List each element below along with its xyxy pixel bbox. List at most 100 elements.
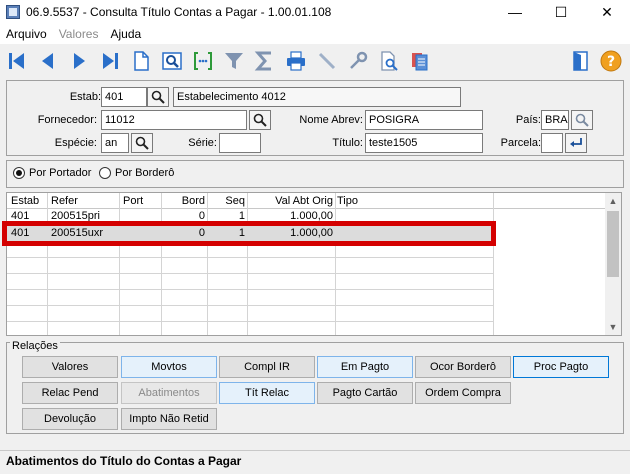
serie-field[interactable]	[219, 133, 261, 153]
menu-valores[interactable]: Valores	[53, 27, 105, 41]
magnifier-icon	[575, 113, 589, 127]
grid-header: Estab Refer Port Bord Seq Val Abt Orig T…	[7, 193, 605, 209]
grid-row-divider	[7, 321, 493, 322]
cell-refer: 200515uxr	[51, 227, 103, 239]
next-record-icon[interactable]	[66, 48, 92, 74]
title-bar: 06.9.5537 - Consulta Título Contas a Pag…	[0, 0, 630, 24]
radio-por-portador-label: Por Portador	[29, 167, 92, 179]
abatimentos-button[interactable]: Abatimentos	[121, 382, 217, 404]
movtos-button[interactable]: Movtos	[121, 356, 217, 378]
cell-tipo	[337, 209, 377, 224]
previous-record-icon[interactable]	[35, 48, 61, 74]
col-header-refer[interactable]: Refer	[49, 194, 119, 209]
devolucao-button[interactable]: Devolução	[22, 408, 118, 430]
ocor-bordero-button[interactable]: Ocor Borderô	[415, 356, 511, 378]
menu-bar: Arquivo Valores Ajuda	[0, 24, 630, 44]
grid-row-divider	[7, 257, 493, 258]
header-panel: Estab: 401 Estabelecimento 4012 Forneced…	[6, 80, 624, 156]
svg-text:?: ?	[607, 54, 615, 70]
grid-row-divider	[7, 273, 493, 274]
view-mode-panel: Por Portador Por Borderô	[6, 160, 624, 188]
col-header-tipo[interactable]: Tipo	[335, 194, 375, 209]
radio-indicator[interactable]	[99, 167, 111, 179]
ordem-compra-button[interactable]: Ordem Compra	[415, 382, 511, 404]
radio-indicator[interactable]	[13, 167, 25, 179]
exit-icon[interactable]	[567, 48, 593, 74]
grid-col-divider	[493, 193, 494, 335]
new-document-icon[interactable]	[128, 48, 154, 74]
help-icon[interactable]: ?	[598, 48, 624, 74]
cell-estab: 401	[11, 210, 30, 222]
radio-por-bordero[interactable]: Por Borderô	[99, 167, 174, 179]
scroll-thumb[interactable]	[607, 211, 619, 277]
goto-icon[interactable]	[190, 48, 216, 74]
col-header-val-abt-orig[interactable]: Val Abt Orig	[249, 194, 335, 209]
valores-button[interactable]: Valores	[22, 356, 118, 378]
maximize-button[interactable]: ☐	[538, 0, 584, 24]
em-pagto-button[interactable]: Em Pagto	[317, 356, 413, 378]
especie-zoom-button[interactable]	[131, 133, 153, 153]
col-header-port[interactable]: Port	[121, 194, 161, 209]
menu-arquivo[interactable]: Arquivo	[0, 27, 53, 41]
cell-val-abt-orig: 1.000,00	[290, 227, 333, 239]
app-icon	[6, 5, 20, 19]
especie-field[interactable]: an	[101, 133, 129, 153]
pais-zoom-button[interactable]	[571, 110, 593, 130]
last-record-icon[interactable]	[97, 48, 123, 74]
magnifier-icon	[151, 90, 165, 104]
document-search-icon[interactable]	[376, 48, 402, 74]
pagto-cartao-button[interactable]: Pagto Cartão	[317, 382, 413, 404]
fornecedor-field[interactable]: 11012	[101, 110, 247, 130]
close-button[interactable]: ✕	[584, 0, 630, 24]
menu-ajuda[interactable]: Ajuda	[104, 27, 147, 41]
titulo-field[interactable]: teste1505	[365, 133, 483, 153]
grid-scrollbar[interactable]: ▲ ▼	[605, 193, 621, 335]
nome-abrev-field[interactable]: POSIGRA	[365, 110, 483, 130]
fornecedor-zoom-button[interactable]	[249, 110, 271, 130]
estab-zoom-button[interactable]	[147, 87, 169, 107]
pais-label: País:	[515, 114, 541, 126]
col-header-estab[interactable]: Estab	[9, 194, 47, 209]
toolbar: ?	[0, 44, 630, 78]
pen-icon[interactable]	[314, 48, 340, 74]
estab-description: Estabelecimento 4012	[173, 87, 461, 107]
documents-icon[interactable]	[407, 48, 433, 74]
col-header-seq[interactable]: Seq	[209, 194, 247, 209]
pais-field[interactable]: BRA	[541, 110, 569, 130]
nome-abrev-label: Nome Abrev:	[299, 114, 363, 126]
cell-estab: 401	[11, 227, 30, 239]
status-bar: Abatimentos do Título do Contas a Pagar	[0, 450, 630, 470]
print-icon[interactable]	[283, 48, 309, 74]
cell-tipo	[337, 226, 377, 241]
estab-field[interactable]: 401	[101, 87, 147, 107]
enter-button[interactable]	[565, 133, 587, 153]
sum-icon[interactable]	[252, 48, 278, 74]
first-record-icon[interactable]	[4, 48, 30, 74]
impto-nao-retid-button[interactable]: Impto Não Retid	[121, 408, 217, 430]
parcela-field[interactable]	[541, 133, 563, 153]
scroll-down-icon[interactable]: ▼	[605, 319, 621, 335]
table-row-selected[interactable]: 401 200515uxr 0 1 1.000,00	[7, 226, 493, 242]
radio-por-portador[interactable]: Por Portador	[13, 167, 91, 179]
table-row[interactable]: 401 200515pri 0 1 1.000,00	[7, 209, 493, 225]
filter-icon[interactable]	[221, 48, 247, 74]
magnifier-icon	[135, 136, 149, 150]
fornecedor-label: Fornecedor:	[37, 114, 97, 126]
scroll-up-icon[interactable]: ▲	[605, 193, 621, 209]
search-icon[interactable]	[159, 48, 185, 74]
compl-ir-button[interactable]: Compl IR	[219, 356, 315, 378]
cell-bord: 0	[198, 227, 205, 239]
col-header-bord[interactable]: Bord	[163, 194, 207, 209]
proc-pagto-button[interactable]: Proc Pagto	[513, 356, 609, 378]
cell-val-abt-orig: 1.000,00	[290, 210, 333, 222]
window-title: 06.9.5537 - Consulta Título Contas a Pag…	[26, 5, 332, 19]
relac-pend-button[interactable]: Relac Pend	[22, 382, 118, 404]
abatimentos-grid[interactable]: Estab Refer Port Bord Seq Val Abt Orig T…	[6, 192, 622, 336]
key-icon[interactable]	[345, 48, 371, 74]
minimize-button[interactable]: —	[492, 0, 538, 24]
magnifier-icon	[253, 113, 267, 127]
relacoes-title: Relações	[10, 340, 60, 352]
tit-relac-button[interactable]: Tít Relac	[219, 382, 315, 404]
cell-port	[121, 226, 161, 241]
especie-label: Espécie:	[54, 137, 97, 149]
